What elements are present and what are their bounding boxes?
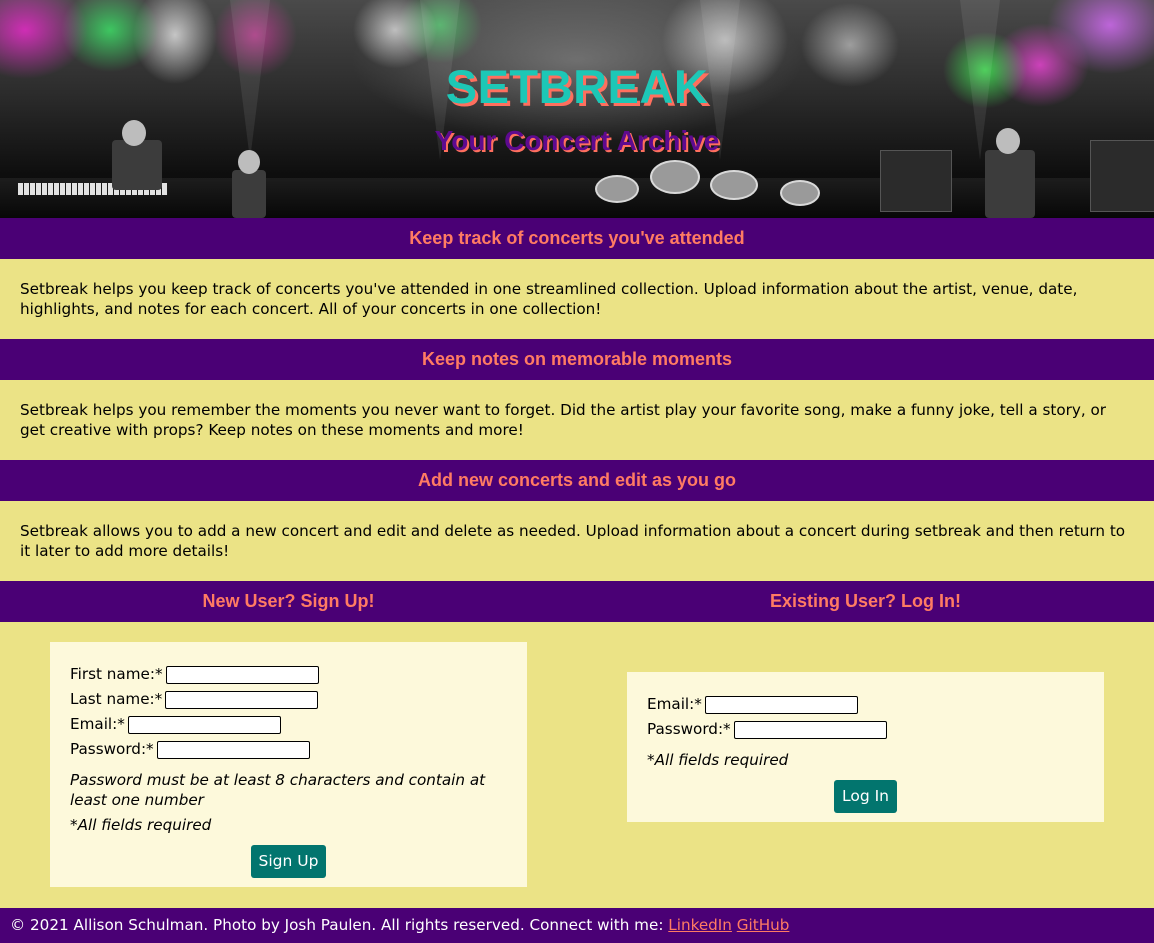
login-email-label: Email:* [647,695,702,713]
linkedin-link[interactable]: LinkedIn [668,916,732,934]
signup-password-label: Password:* [70,740,154,758]
log-in-button[interactable]: Log In [833,780,897,813]
signup-password-input[interactable] [156,740,310,759]
feature-track-concerts: Keep track of concerts you've attended S… [0,218,1154,339]
first-name-row: First name:* [70,662,507,687]
signup-form: First name:* Last name:* Email:* Passwor… [50,642,527,887]
feature-notes: Keep notes on memorable moments Setbreak… [0,339,1154,460]
first-name-label: First name:* [70,665,163,683]
auth-headings-band: New User? Sign Up! Existing User? Log In… [0,581,1154,622]
feature-description: Setbreak helps you remember the moments … [20,401,1107,439]
login-heading: Existing User? Log In! [769,591,961,611]
signup-email-label: Email:* [70,715,125,733]
last-name-row: Last name:* [70,687,507,712]
hero-banner: SETBREAK Your Concert Archive [0,0,1154,218]
stage-floor [0,178,1154,218]
login-email-input[interactable] [704,695,858,714]
feature-heading: Add new concerts and edit as you go [417,470,737,490]
section-band: Add new concerts and edit as you go [0,460,1154,501]
login-form: Email:* Password:* *All fields required … [627,672,1104,822]
login-password-input[interactable] [733,720,887,739]
last-name-input[interactable] [165,690,319,709]
drum [780,180,820,206]
sign-up-button[interactable]: Sign Up [250,845,327,878]
guitarist-left [232,170,266,218]
first-name-input[interactable] [165,665,319,684]
login-password-row: Password:* [647,717,1084,742]
signup-email-row: Email:* [70,712,507,737]
signup-heading: New User? Sign Up! [202,591,375,611]
signup-required-note: *All fields required [70,816,212,834]
signup-button-wrap: Sign Up [70,845,507,878]
password-hint: Password must be at least 8 characters a… [70,771,486,809]
feature-heading: Keep notes on memorable moments [421,349,733,369]
signup-password-row: Password:* [70,737,507,762]
login-password-label: Password:* [647,720,731,738]
login-button-wrap: Log In [647,780,1084,813]
feature-description: Setbreak helps you keep track of concert… [20,280,1078,318]
footer-text: © 2021 Allison Schulman. Photo by Josh P… [10,916,664,934]
login-email-row: Email:* [647,692,1084,717]
site-footer: © 2021 Allison Schulman. Photo by Josh P… [0,908,1154,943]
auth-forms: First name:* Last name:* Email:* Passwor… [0,622,1154,908]
site-subtitle: Your Concert Archive [434,125,720,156]
section-band: Keep track of concerts you've attended [0,218,1154,259]
feature-description: Setbreak allows you to add a new concert… [20,522,1126,560]
github-link[interactable]: GitHub [737,916,790,934]
site-title: SETBREAK [445,60,709,113]
drum [595,175,639,203]
section-band: Keep notes on memorable moments [0,339,1154,380]
signup-email-input[interactable] [127,715,281,734]
last-name-label: Last name:* [70,690,163,708]
feature-add-edit: Add new concerts and edit as you go Setb… [0,460,1154,581]
drum [710,170,758,200]
feature-heading: Keep track of concerts you've attended [409,228,745,248]
drum [650,160,700,194]
guitarist-right [985,150,1035,218]
login-required-note: *All fields required [647,751,789,769]
amplifier [880,150,952,212]
